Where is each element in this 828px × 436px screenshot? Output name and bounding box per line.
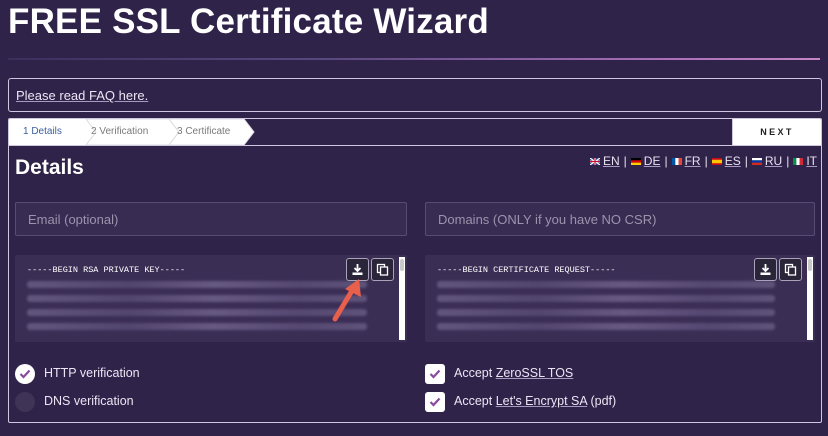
- wizard-steps: 1 Details 2 Verification 3 Certificate N…: [9, 119, 821, 146]
- dns-verification-radio[interactable]: [15, 392, 35, 412]
- fr-flag-icon: [671, 157, 682, 165]
- blurred-csr-line: [437, 295, 775, 302]
- blurred-csr-line: [437, 281, 775, 288]
- step-breadcrumb: 1 Details 2 Verification 3 Certificate: [9, 119, 259, 145]
- lang-separator: |: [704, 154, 708, 168]
- faq-bar: Please read FAQ here.: [8, 78, 822, 112]
- private-key-scrollbar[interactable]: [399, 257, 405, 340]
- accept-letsencrypt-label: Accept Let's Encrypt SA (pdf): [454, 394, 616, 408]
- copy-csr-button[interactable]: [779, 258, 802, 281]
- letsencrypt-suffix: (pdf): [587, 394, 617, 408]
- check-icon: [429, 369, 441, 379]
- download-icon: [352, 264, 363, 275]
- step-certificate[interactable]: 3 Certificate: [177, 126, 230, 137]
- copy-icon: [784, 263, 797, 276]
- faq-link[interactable]: Please read FAQ here.: [16, 88, 148, 103]
- domains-field[interactable]: [426, 203, 814, 235]
- es-flag-icon: [711, 157, 722, 165]
- lang-es[interactable]: ES: [711, 154, 741, 168]
- blurred-key-line: [27, 295, 367, 302]
- page-title: FREE SSL Certificate Wizard: [8, 2, 489, 41]
- step-details[interactable]: 1 Details: [23, 126, 62, 137]
- lang-ru[interactable]: RU: [751, 154, 783, 168]
- dns-verification-label: DNS verification: [44, 394, 134, 408]
- scrollbar-thumb[interactable]: [400, 259, 404, 271]
- download-csr-button[interactable]: [754, 258, 777, 281]
- domains-field-wrapper: [425, 202, 815, 236]
- lang-separator: |: [744, 154, 748, 168]
- email-field-wrapper: [15, 202, 407, 236]
- red-arrow-annotation: [332, 279, 361, 322]
- section-title: Details: [15, 156, 84, 179]
- lang-separator: |: [623, 154, 627, 168]
- accept-zerossl-tos-label: Accept ZeroSSL TOS: [454, 366, 573, 380]
- uk-flag-icon: [590, 157, 600, 165]
- lang-it-label: IT: [806, 154, 817, 168]
- copy-icon: [376, 263, 389, 276]
- blurred-key-line: [27, 309, 367, 316]
- csr-header: -----BEGIN CERTIFICATE REQUEST-----: [437, 265, 616, 275]
- accept-prefix: Accept: [454, 394, 496, 408]
- lang-ru-label: RU: [764, 154, 783, 168]
- lang-de-label: DE: [643, 154, 661, 168]
- copy-key-button[interactable]: [371, 258, 394, 281]
- blurred-key-line: [27, 281, 367, 288]
- http-verification-label: HTTP verification: [44, 366, 140, 380]
- ru-flag-icon: [751, 157, 762, 165]
- accept-zerossl-tos-checkbox[interactable]: [425, 364, 445, 384]
- csr-scrollbar[interactable]: [807, 257, 813, 340]
- accept-prefix: Accept: [454, 366, 496, 380]
- lang-fr-label: FR: [684, 154, 701, 168]
- lang-en[interactable]: EN: [590, 154, 620, 168]
- zerossl-tos-link[interactable]: ZeroSSL TOS: [496, 366, 574, 380]
- next-button[interactable]: NEXT: [732, 119, 821, 145]
- accept-letsencrypt-checkbox[interactable]: [425, 392, 445, 412]
- step-verification[interactable]: 2 Verification: [91, 126, 148, 137]
- blurred-key-line: [27, 323, 367, 330]
- http-verification-radio[interactable]: [15, 364, 35, 384]
- private-key-header: -----BEGIN RSA PRIVATE KEY-----: [27, 265, 186, 275]
- lang-en-label: EN: [603, 154, 620, 168]
- lang-de[interactable]: DE: [630, 154, 661, 168]
- letsencrypt-sa-link[interactable]: Let's Encrypt SA: [496, 394, 587, 408]
- check-icon: [429, 397, 441, 407]
- download-icon: [760, 264, 771, 275]
- title-divider: [8, 58, 820, 60]
- lang-it[interactable]: IT: [793, 154, 817, 168]
- language-selector: EN | DE | FR | ES | RU | IT: [590, 154, 817, 168]
- lang-separator: |: [786, 154, 790, 168]
- de-flag-icon: [630, 157, 641, 165]
- scrollbar-thumb[interactable]: [808, 259, 812, 271]
- lang-fr[interactable]: FR: [671, 154, 701, 168]
- blurred-csr-line: [437, 309, 775, 316]
- it-flag-icon: [793, 157, 804, 165]
- blurred-csr-line: [437, 323, 775, 330]
- wizard-panel: 1 Details 2 Verification 3 Certificate N…: [8, 118, 822, 423]
- check-icon: [19, 369, 31, 379]
- lang-separator: |: [664, 154, 668, 168]
- email-field[interactable]: [16, 203, 406, 235]
- lang-es-label: ES: [724, 154, 741, 168]
